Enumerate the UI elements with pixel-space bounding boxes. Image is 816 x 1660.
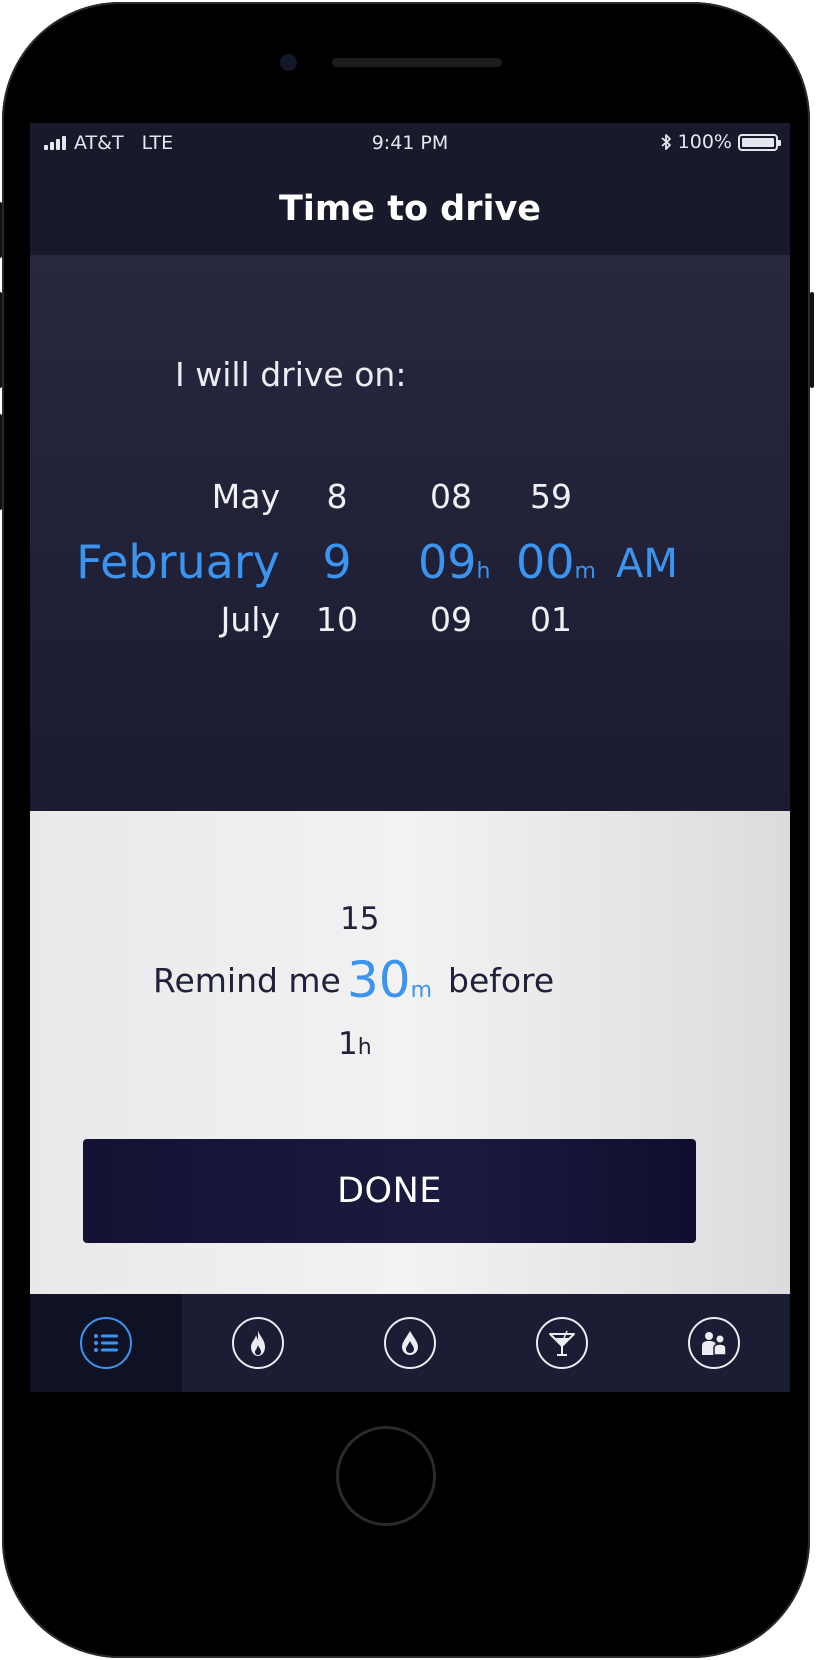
tab-drop[interactable] bbox=[334, 1294, 486, 1392]
home-button[interactable] bbox=[336, 1426, 436, 1526]
drive-prompt: I will drive on: bbox=[175, 355, 407, 394]
tab-people[interactable] bbox=[638, 1294, 790, 1392]
done-button[interactable]: DONE bbox=[83, 1139, 696, 1243]
reminder-option-below[interactable]: 1h bbox=[338, 1026, 372, 1062]
battery-percent: 100% bbox=[677, 131, 732, 153]
minute-unit: m bbox=[574, 559, 596, 584]
list-icon bbox=[94, 1334, 118, 1352]
page-title: Time to drive bbox=[278, 189, 542, 229]
reminder-unit: m bbox=[410, 978, 433, 1003]
hour-value: 09 bbox=[418, 535, 477, 589]
minute-option-above[interactable]: 59 bbox=[516, 477, 586, 516]
volume-down-button bbox=[0, 414, 2, 510]
bluetooth-icon bbox=[661, 134, 671, 150]
drop-icon bbox=[402, 1331, 418, 1355]
minute-option-below[interactable]: 01 bbox=[516, 600, 586, 639]
phone-frame: AT&T LTE 9:41 PM 100% Time to drive I wi… bbox=[0, 2, 814, 1658]
hour-option-above[interactable]: 08 bbox=[416, 477, 486, 516]
status-right: 100% bbox=[660, 131, 781, 153]
tab-list-ring bbox=[80, 1317, 132, 1369]
tab-bar bbox=[30, 1294, 790, 1392]
tab-people-ring bbox=[688, 1317, 740, 1369]
power-button bbox=[810, 292, 814, 388]
earpiece-speaker bbox=[332, 58, 502, 67]
battery-icon bbox=[738, 133, 781, 151]
tab-flame[interactable] bbox=[182, 1294, 334, 1392]
reminder-prefix: Remind me bbox=[153, 961, 341, 1000]
hour-unit: h bbox=[476, 559, 491, 584]
day-option-below[interactable]: 10 bbox=[302, 600, 372, 639]
day-option-selected[interactable]: 9 bbox=[302, 535, 372, 589]
reminder-option-selected[interactable]: 30m bbox=[347, 951, 432, 1009]
tab-list[interactable] bbox=[30, 1294, 182, 1392]
minute-option-selected[interactable]: 00m bbox=[516, 535, 596, 589]
people-icon bbox=[702, 1332, 727, 1356]
drive-time-picker[interactable]: I will drive on: May February July 8 9 1… bbox=[30, 255, 790, 811]
mute-switch bbox=[0, 202, 2, 258]
reminder-value: 30 bbox=[347, 951, 411, 1009]
reminder-below-value: 1 bbox=[338, 1026, 358, 1062]
minute-value: 00 bbox=[516, 535, 575, 589]
nav-bar: Time to drive bbox=[30, 163, 790, 255]
reminder-suffix: before bbox=[448, 961, 555, 1000]
front-camera bbox=[280, 54, 297, 71]
tab-drop-ring bbox=[384, 1317, 436, 1369]
period-option-selected[interactable]: AM bbox=[616, 541, 678, 587]
app-screen: AT&T LTE 9:41 PM 100% Time to drive I wi… bbox=[30, 123, 790, 1472]
day-option-above[interactable]: 8 bbox=[302, 477, 372, 516]
tab-flame-ring bbox=[232, 1317, 284, 1369]
reminder-option-above[interactable]: 15 bbox=[340, 901, 379, 937]
hour-option-selected[interactable]: 09h bbox=[418, 535, 491, 589]
tab-cocktail-ring bbox=[536, 1317, 588, 1369]
month-option-selected[interactable]: February bbox=[76, 535, 280, 589]
flame-icon bbox=[251, 1330, 265, 1356]
hour-option-below[interactable]: 09 bbox=[416, 600, 486, 639]
reminder-below-unit: h bbox=[357, 1035, 372, 1060]
volume-up-button bbox=[0, 292, 2, 388]
cocktail-icon bbox=[549, 1330, 575, 1356]
month-option-above[interactable]: May bbox=[212, 477, 280, 516]
month-option-below[interactable]: July bbox=[221, 600, 280, 639]
status-bar: AT&T LTE 9:41 PM 100% bbox=[30, 123, 790, 163]
tab-cocktail[interactable] bbox=[486, 1294, 638, 1392]
